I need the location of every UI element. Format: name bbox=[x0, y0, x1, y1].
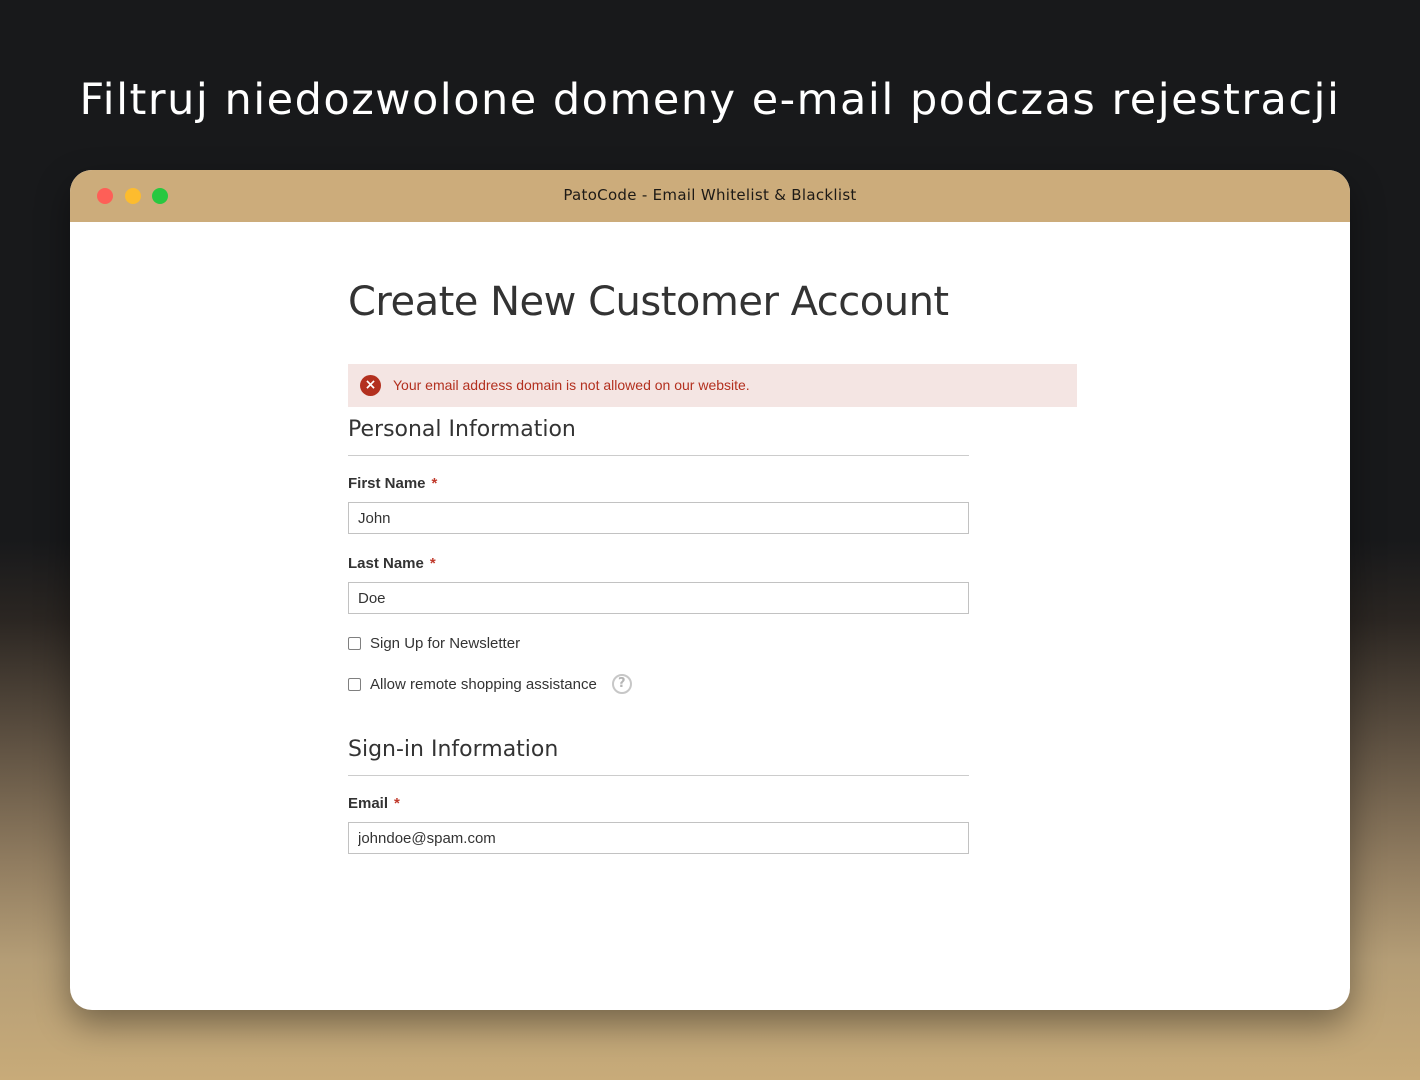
email-label: Email * bbox=[348, 795, 400, 812]
page-content: Create New Customer Account × Your email… bbox=[70, 222, 1350, 1010]
first-name-label-text: First Name bbox=[348, 475, 426, 492]
page-title: Create New Customer Account bbox=[348, 279, 949, 325]
email-label-text: Email bbox=[348, 795, 389, 812]
required-asterisk: * bbox=[394, 795, 400, 812]
promo-headline: Filtruj niedozwolone domeny e-mail podcz… bbox=[79, 75, 1341, 125]
newsletter-label[interactable]: Sign Up for Newsletter bbox=[370, 635, 520, 652]
remote-assistance-checkbox[interactable] bbox=[348, 677, 361, 691]
remote-assistance-label[interactable]: Allow remote shopping assistance bbox=[370, 676, 597, 693]
sign-in-information-heading: Sign-in Information bbox=[348, 735, 969, 776]
browser-window: PatoCode - Email Whitelist & Blacklist C… bbox=[70, 170, 1350, 1010]
required-asterisk: * bbox=[429, 555, 436, 572]
newsletter-option: Sign Up for Newsletter bbox=[348, 633, 520, 653]
window-title: PatoCode - Email Whitelist & Blacklist bbox=[563, 186, 857, 204]
personal-information-heading: Personal Information bbox=[348, 415, 969, 456]
help-question-icon[interactable]: ? bbox=[611, 674, 632, 694]
required-asterisk: * bbox=[431, 475, 438, 492]
last-name-input[interactable] bbox=[348, 582, 969, 614]
newsletter-checkbox[interactable] bbox=[348, 636, 361, 650]
last-name-label-text: Last Name bbox=[348, 555, 424, 572]
last-name-label: Last Name * bbox=[348, 555, 436, 572]
email-input[interactable] bbox=[348, 822, 969, 854]
error-icon: × bbox=[360, 375, 381, 396]
first-name-label: First Name * bbox=[348, 475, 437, 492]
error-message-text: Your email address domain is not allowed… bbox=[393, 377, 750, 393]
remote-assistance-option: Allow remote shopping assistance ? bbox=[348, 674, 632, 694]
first-name-input[interactable] bbox=[348, 502, 969, 534]
window-titlebar: PatoCode - Email Whitelist & Blacklist bbox=[70, 170, 1350, 222]
error-message-box: × Your email address domain is not allow… bbox=[348, 364, 1077, 407]
